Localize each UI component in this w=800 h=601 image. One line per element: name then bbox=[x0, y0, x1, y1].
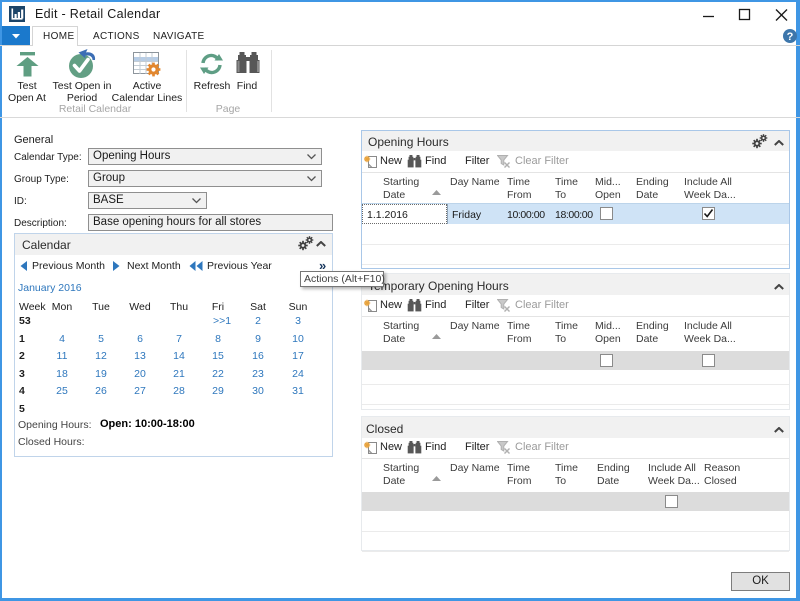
svg-text:?: ? bbox=[787, 31, 794, 43]
